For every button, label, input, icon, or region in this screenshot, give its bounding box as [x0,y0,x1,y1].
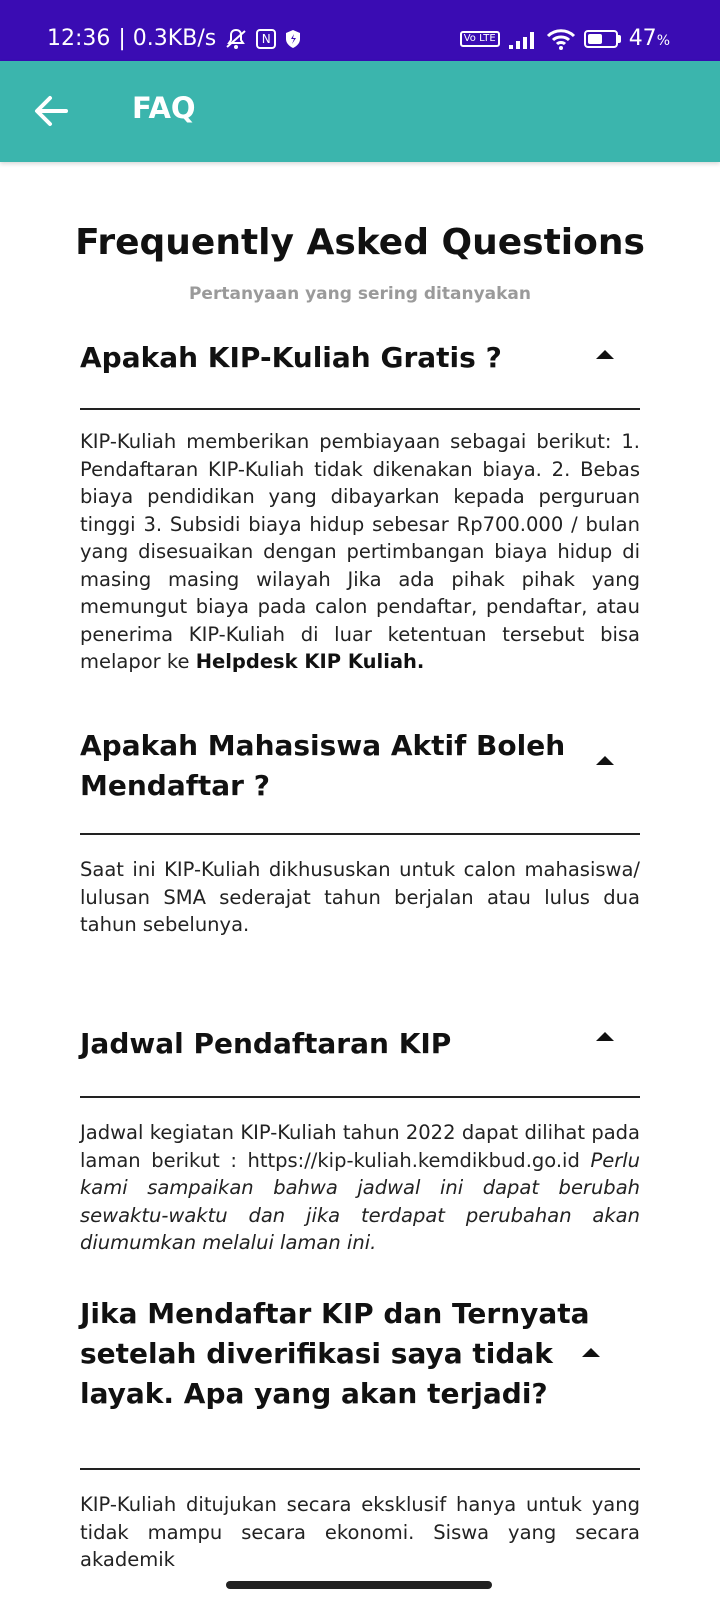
faq-answer: Saat ini KIP-Kuliah dikhususkan untuk ca… [80,858,640,936]
status-bar: 12:36 | 0.3KB/s N Vo LTE 47% [0,0,720,61]
faq-divider [80,1096,640,1098]
collapse-caret-icon [582,1348,600,1357]
shield-icon [284,29,302,49]
back-button[interactable] [30,89,74,133]
collapse-caret-icon [596,350,614,359]
faq-item: Apakah KIP-Kuliah Gratis ? KIP-Kuliah me… [80,334,640,676]
status-left: 12:36 | 0.3KB/s N [47,26,302,51]
faq-answer-text: KIP-Kuliah memberikan pembiayaan sebagai… [80,430,640,673]
faq-question-toggle[interactable]: Apakah Mahasiswa Aktif Boleh Mendaftar ? [80,726,640,806]
faq-question: Jadwal Pendaftaran KIP [80,1027,452,1060]
faq-question-toggle[interactable]: Apakah KIP-Kuliah Gratis ? [80,334,640,382]
collapse-caret-icon [596,1032,614,1041]
app-bar: FAQ [0,61,720,162]
faq-item: Jadwal Pendaftaran KIP Jadwal kegiatan K… [80,1020,640,1257]
faq-question: Jika Mendaftar KIP dan Ternyata setelah … [80,1297,590,1410]
mute-icon [224,28,248,50]
wifi-icon [546,28,576,50]
faq-divider [80,408,640,410]
faq-answer-text: Jadwal kegiatan KIP-Kuliah tahun 2022 da… [80,1121,640,1172]
faq-question: Apakah KIP-Kuliah Gratis ? [80,341,502,374]
faq-answer: KIP-Kuliah memberikan pembiayaan sebagai… [80,428,640,676]
faq-answer: KIP-Kuliah ditujukan secara eksklusif ha… [80,1493,640,1571]
faq-item: Apakah Mahasiswa Aktif Boleh Mendaftar ?… [80,726,640,939]
faq-item: Jika Mendaftar KIP dan Ternyata setelah … [80,1294,640,1574]
network-speed: | 0.3KB/s [118,26,217,51]
status-right: Vo LTE 47% [459,26,670,51]
helpdesk-link[interactable]: Helpdesk KIP Kuliah. [196,650,425,673]
battery-unit: % [656,33,670,49]
faq-answer: Jadwal kegiatan KIP-Kuliah tahun 2022 da… [80,1119,640,1257]
status-time: 12:36 [47,26,111,51]
collapse-caret-icon [596,756,614,765]
battery-charging-icon [583,29,621,48]
faq-question: Apakah Mahasiswa Aktif Boleh Mendaftar ? [80,729,566,802]
volte-icon: Vo LTE [459,30,500,47]
gesture-bar[interactable] [226,1581,492,1589]
app-bar-title: FAQ [132,91,196,125]
faq-divider [80,833,640,835]
signal-icon [508,29,538,49]
page-subtitle: Pertanyaan yang sering ditanyakan [188,284,532,304]
faq-divider [80,1468,640,1470]
page-title: Frequently Asked Questions [75,222,645,263]
nfc-icon: N [256,28,277,49]
faq-question-toggle[interactable]: Jika Mendaftar KIP dan Ternyata setelah … [80,1294,640,1414]
arrow-left-icon [35,96,68,126]
battery-percent: 47 [628,26,657,51]
faq-question-toggle[interactable]: Jadwal Pendaftaran KIP [80,1020,640,1068]
